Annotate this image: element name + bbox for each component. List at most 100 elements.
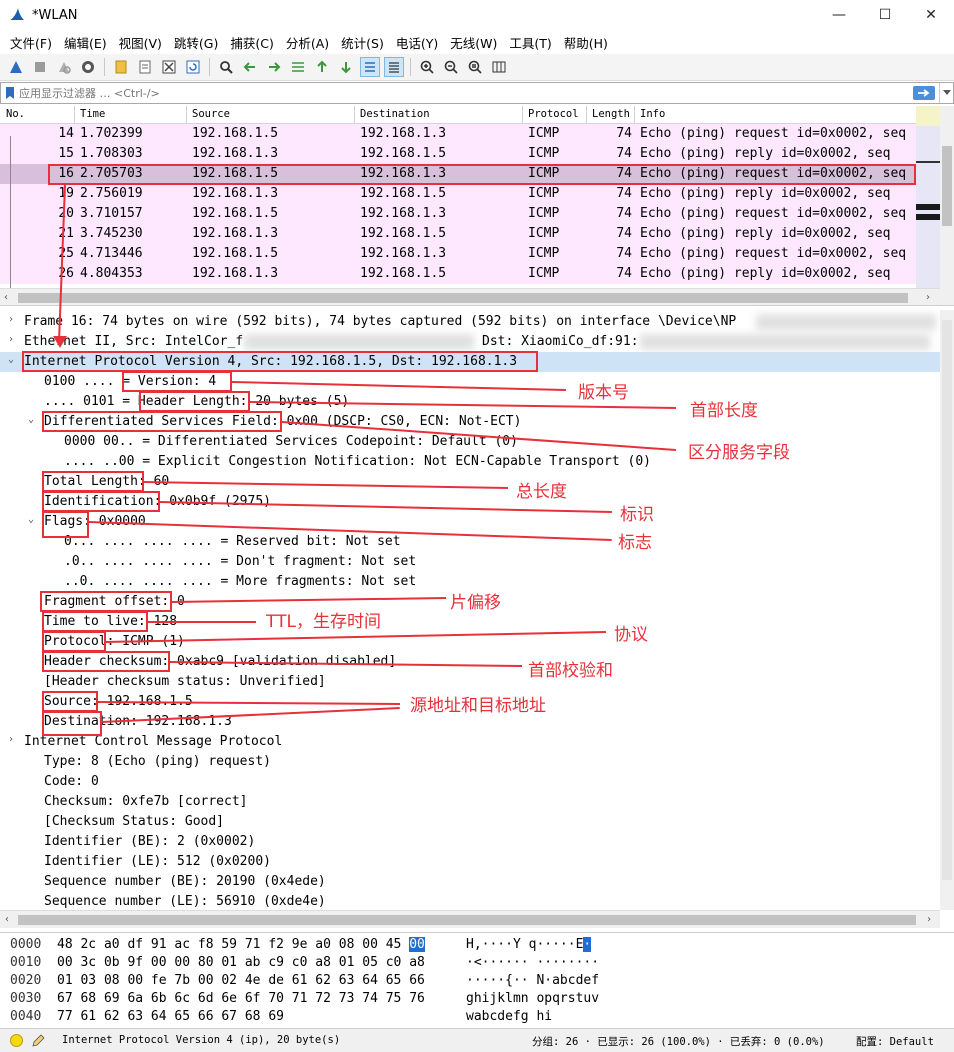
- go-to-packet-icon[interactable]: [288, 57, 308, 77]
- packet-row[interactable]: 20 3.710157 192.168.1.5 192.168.1.3 ICMP…: [0, 204, 916, 224]
- tree-row[interactable]: ⌄ Internet Protocol Version 4, Src: 192.1…: [0, 352, 940, 372]
- minimize-button[interactable]: —: [816, 0, 862, 30]
- menu-telephony[interactable]: 电话(Y): [390, 33, 444, 52]
- go-back-icon[interactable]: [240, 57, 260, 77]
- tree-row[interactable]: Identifier (BE): 2 (0x0002): [0, 832, 940, 852]
- packet-list-hscrollbar[interactable]: ‹ ›: [0, 288, 940, 305]
- menu-view[interactable]: 视图(V): [113, 33, 168, 52]
- packet-row[interactable]: 15 1.708303 192.168.1.3 192.168.1.5 ICMP…: [0, 144, 916, 164]
- first-packet-icon[interactable]: [312, 57, 332, 77]
- autoscroll-icon[interactable]: [360, 57, 380, 77]
- zoom-out-icon[interactable]: [441, 57, 461, 77]
- start-capture-icon[interactable]: [6, 57, 26, 77]
- details-hscrollbar[interactable]: ‹ ›: [0, 910, 940, 928]
- zoom-normal-icon[interactable]: [465, 57, 485, 77]
- hex-row[interactable]: 0010 00 3c 0b 9f 00 00 80 01 ab c9 c0 a8 …: [0, 953, 940, 971]
- tree-row[interactable]: Time to live: 128: [0, 612, 940, 632]
- column-divider[interactable]: [522, 106, 523, 124]
- chevron-down-icon[interactable]: ⌄: [8, 354, 14, 365]
- close-button[interactable]: ✕: [908, 0, 954, 30]
- details-vscrollbar[interactable]: [940, 310, 954, 910]
- stop-capture-icon[interactable]: [30, 57, 50, 77]
- column-divider[interactable]: [634, 106, 635, 124]
- packet-row[interactable]: 21 3.745230 192.168.1.3 192.168.1.5 ICMP…: [0, 224, 916, 244]
- zoom-in-icon[interactable]: [417, 57, 437, 77]
- status-profile[interactable]: 配置: Default: [856, 1034, 934, 1049]
- tree-row[interactable]: › Internet Control Message Protocol: [0, 732, 940, 752]
- column-divider[interactable]: [186, 106, 187, 124]
- hex-row[interactable]: 0040 77 61 62 63 64 65 66 67 68 69 wabcdef…: [0, 1007, 940, 1025]
- hex-row[interactable]: 0000 48 2c a0 df 91 ac f8 59 71 f2 9e a0 …: [0, 935, 940, 953]
- tree-row[interactable]: [Checksum Status: Good]: [0, 812, 940, 832]
- edit-comment-icon[interactable]: [31, 1033, 45, 1048]
- tree-row[interactable]: Header checksum: 0xabc9 [validation disa…: [0, 652, 940, 672]
- last-packet-icon[interactable]: [336, 57, 356, 77]
- menu-edit[interactable]: 编辑(E): [58, 33, 113, 52]
- annotation-fragment-offset: 片偏移: [450, 593, 501, 613]
- chevron-down-icon[interactable]: ⌄: [28, 514, 34, 525]
- resize-columns-icon[interactable]: [489, 57, 509, 77]
- column-time[interactable]: Time: [80, 108, 105, 120]
- menu-tools[interactable]: 工具(T): [503, 33, 557, 52]
- packet-row[interactable]: 14 1.702399 192.168.1.5 192.168.1.3 ICMP…: [0, 124, 916, 144]
- restart-capture-icon[interactable]: [54, 57, 74, 77]
- open-file-icon[interactable]: [111, 57, 131, 77]
- menu-statistics[interactable]: 统计(S): [335, 33, 390, 52]
- column-protocol[interactable]: Protocol: [528, 108, 579, 120]
- menu-wireless[interactable]: 无线(W): [444, 33, 503, 52]
- column-no[interactable]: No.: [6, 108, 25, 120]
- maximize-button[interactable]: ☐: [862, 0, 908, 30]
- tree-row[interactable]: ⌄ Differentiated Services Field: 0x00 (DS…: [0, 412, 940, 432]
- capture-options-icon[interactable]: [78, 57, 98, 77]
- menu-file[interactable]: 文件(F): [4, 33, 58, 52]
- chevron-down-icon[interactable]: ⌄: [28, 414, 34, 425]
- main-toolbar: [0, 54, 954, 81]
- column-length[interactable]: Length: [592, 108, 630, 120]
- chevron-right-icon[interactable]: ›: [8, 314, 14, 325]
- apply-filter-arrow-icon[interactable]: [913, 86, 935, 100]
- packet-row-selected[interactable]: 16 2.705703 192.168.1.5 192.168.1.3 ICMP…: [0, 164, 916, 184]
- tree-row[interactable]: Checksum: 0xfe7b [correct]: [0, 792, 940, 812]
- tree-row[interactable]: Identifier (LE): 512 (0x0200): [0, 852, 940, 872]
- go-forward-icon[interactable]: [264, 57, 284, 77]
- tree-row[interactable]: Sequence number (BE): 20190 (0x4ede): [0, 872, 940, 892]
- chevron-right-icon[interactable]: ›: [8, 734, 14, 745]
- packet-row[interactable]: 19 2.756019 192.168.1.3 192.168.1.5 ICMP…: [0, 184, 916, 204]
- menu-analyze[interactable]: 分析(A): [280, 33, 335, 52]
- menu-go[interactable]: 跳转(G): [168, 33, 224, 52]
- packet-row[interactable]: 26 4.804353 192.168.1.3 192.168.1.5 ICMP…: [0, 264, 916, 284]
- packet-list-vscrollbar[interactable]: [940, 106, 954, 305]
- hex-row[interactable]: 0020 01 03 08 00 fe 7b 00 02 4e de 61 62 …: [0, 971, 940, 989]
- find-packet-icon[interactable]: [216, 57, 236, 77]
- packet-row[interactable]: 25 4.713446 192.168.1.5 192.168.1.3 ICMP…: [0, 244, 916, 264]
- tree-row[interactable]: .... 0101 = Header Length: 20 bytes (5): [0, 392, 940, 412]
- column-info[interactable]: Info: [640, 108, 665, 120]
- column-divider[interactable]: [354, 106, 355, 124]
- reload-file-icon[interactable]: [183, 57, 203, 77]
- tree-row[interactable]: 0100 .... = Version: 4: [0, 372, 940, 392]
- tree-row[interactable]: .... ..00 = Explicit Congestion Notifica…: [0, 452, 940, 472]
- column-divider[interactable]: [586, 106, 587, 124]
- bookmark-icon[interactable]: [1, 83, 19, 103]
- tree-row[interactable]: Sequence number (LE): 56910 (0xde4e): [0, 892, 940, 912]
- expert-info-icon[interactable]: [10, 1034, 23, 1047]
- menu-capture[interactable]: 捕获(C): [224, 33, 279, 52]
- tree-row[interactable]: Type: 8 (Echo (ping) request): [0, 752, 940, 772]
- close-file-icon[interactable]: [159, 57, 179, 77]
- chevron-right-icon[interactable]: ›: [8, 334, 14, 345]
- tree-row[interactable]: .0.. .... .... .... = Don't fragment: No…: [0, 552, 940, 572]
- tree-row[interactable]: [Header checksum status: Unverified]: [0, 672, 940, 692]
- hex-row[interactable]: 0030 67 68 69 6a 6b 6c 6d 6e 6f 70 71 72 …: [0, 989, 940, 1007]
- column-source[interactable]: Source: [192, 108, 230, 120]
- save-file-icon[interactable]: [135, 57, 155, 77]
- tree-row[interactable]: Code: 0: [0, 772, 940, 792]
- display-filter-input[interactable]: [19, 84, 913, 102]
- colorize-icon[interactable]: [384, 57, 404, 77]
- menu-help[interactable]: 帮助(H): [558, 33, 614, 52]
- column-divider[interactable]: [74, 106, 75, 124]
- toolbar-separator: [410, 58, 411, 76]
- chevron-down-icon[interactable]: [939, 83, 953, 103]
- column-destination[interactable]: Destination: [360, 108, 430, 120]
- packet-minimap[interactable]: [916, 106, 940, 305]
- tree-row[interactable]: Total Length: 60: [0, 472, 940, 492]
